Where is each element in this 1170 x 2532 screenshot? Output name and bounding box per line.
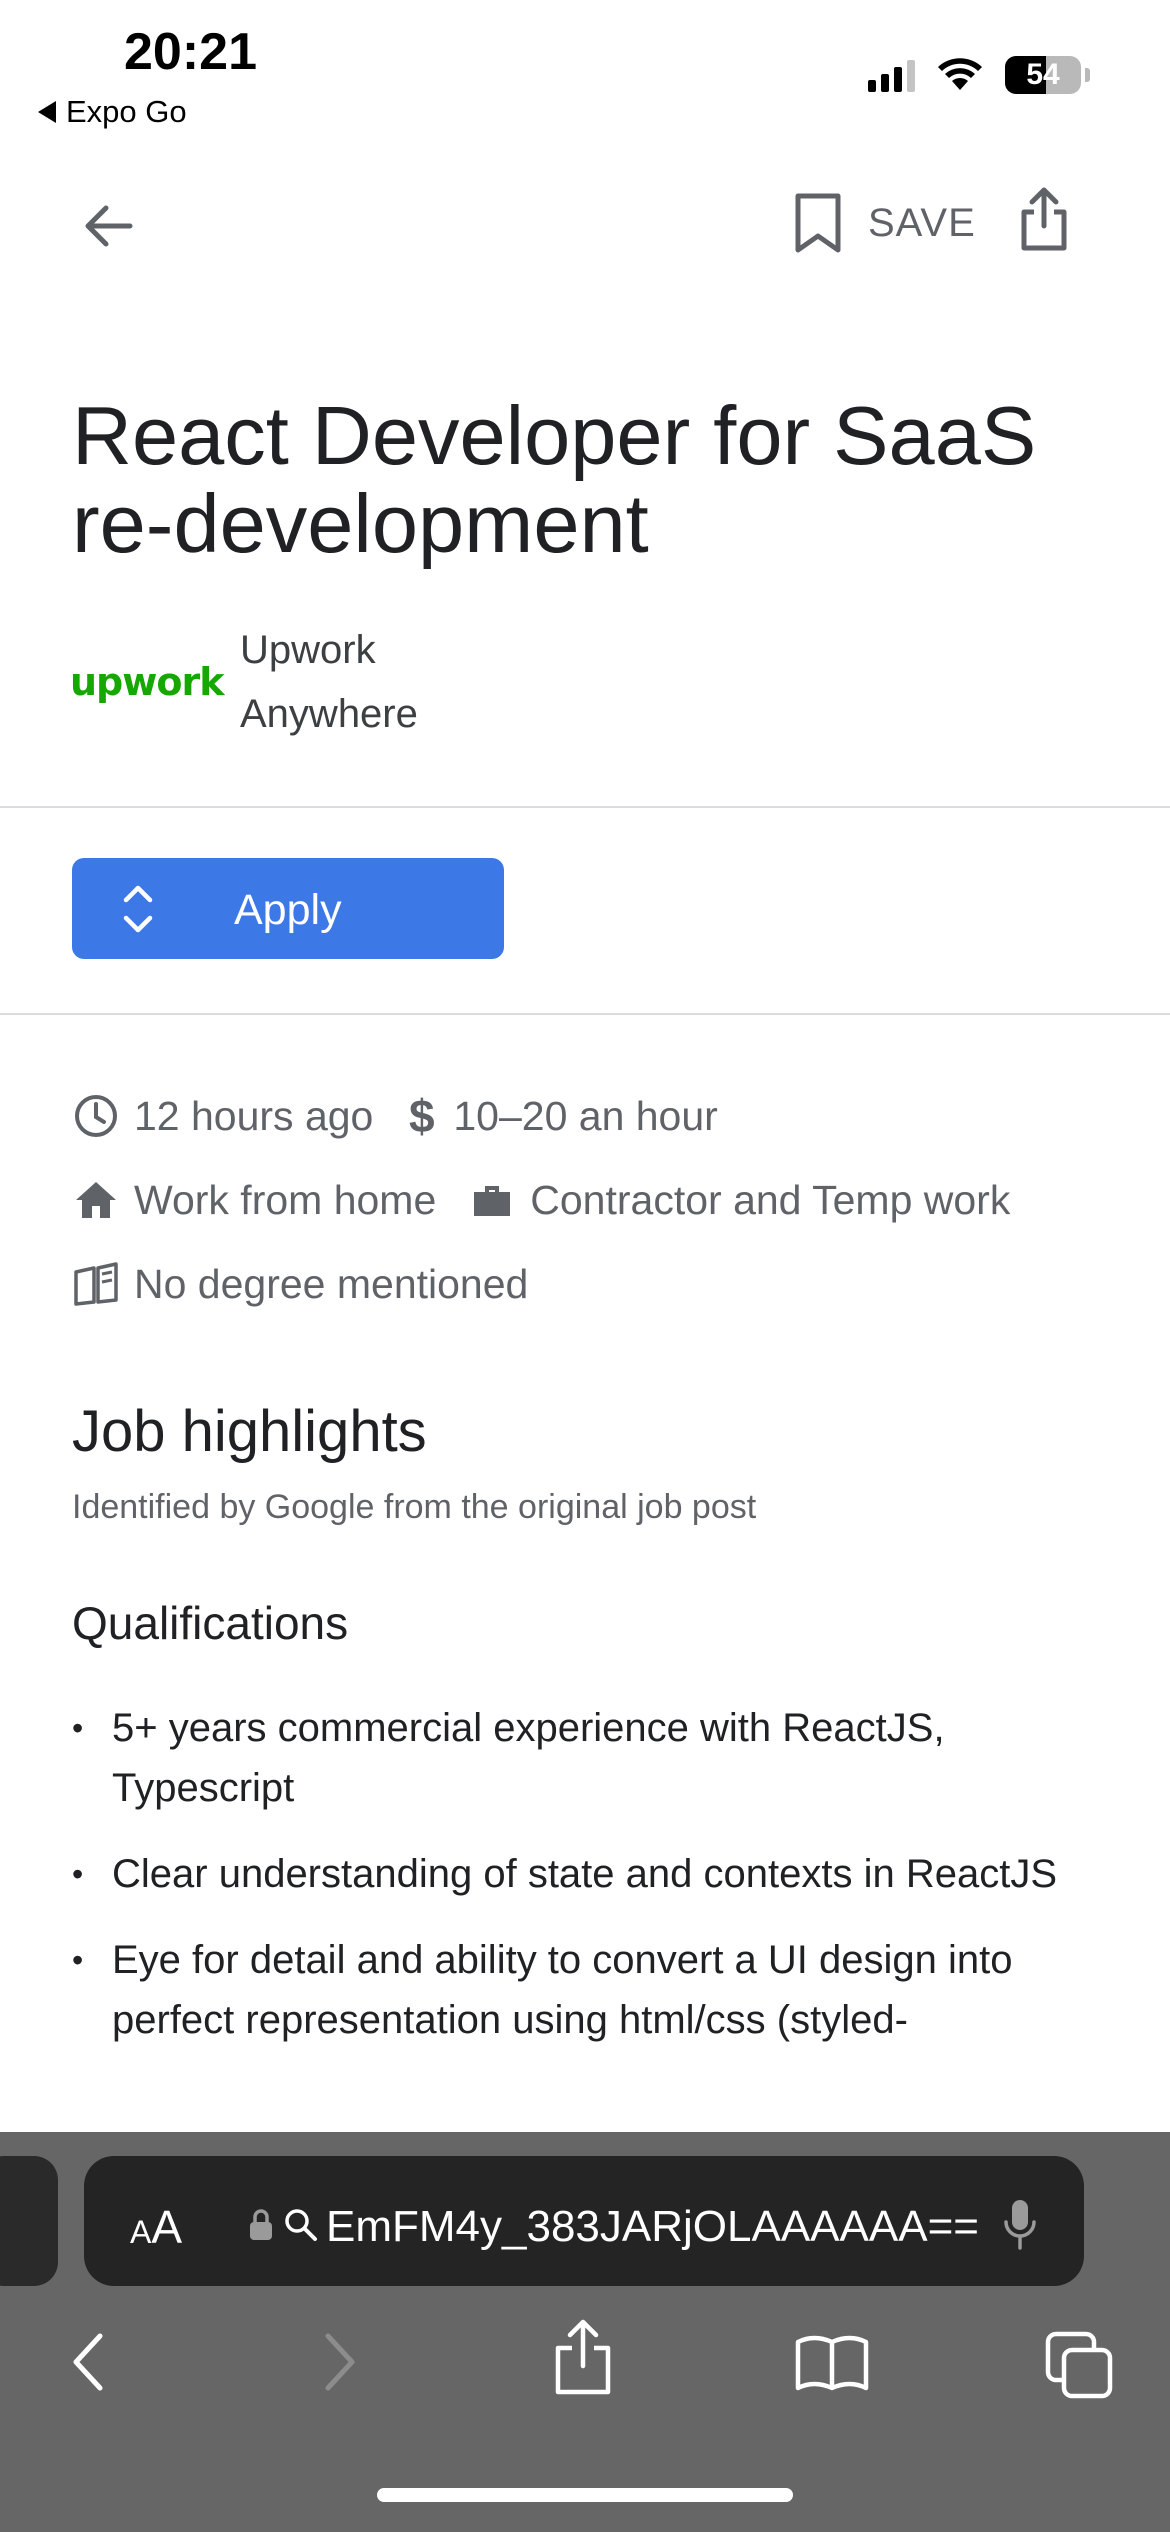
company-name: Upwork (240, 628, 376, 672)
share-icon[interactable] (1016, 186, 1072, 252)
home-icon (76, 1182, 116, 1218)
text-size-button[interactable]: AA (130, 2200, 182, 2254)
battery-icon: 54 (1005, 56, 1081, 94)
highlights-title: Job highlights (72, 1399, 427, 1464)
apply-button[interactable]: Apply (72, 858, 504, 959)
qualification-item: Clear understanding of state and context… (72, 1844, 1112, 1904)
search-icon (285, 2209, 317, 2241)
posted-time: 12 hours ago (134, 1092, 374, 1139)
apply-label: Apply (234, 886, 342, 934)
meta-row-posted-pay: 12 hours ago $ 10–20 an hour (72, 1092, 718, 1140)
education-requirement: No degree mentioned (134, 1260, 529, 1307)
expand-chevron-icon (123, 885, 153, 933)
tabs-icon[interactable] (1044, 2330, 1114, 2400)
qualification-item: Eye for detail and ability to convert a … (72, 1930, 1112, 2050)
divider (0, 806, 1170, 808)
back-app-label: Expo Go (66, 94, 187, 129)
company-logo: upwork (70, 660, 224, 704)
browser-share-icon[interactable] (552, 2318, 614, 2398)
save-button[interactable]: SAVE (792, 192, 976, 254)
briefcase-icon (474, 1186, 511, 1216)
back-arrow-icon[interactable] (78, 196, 138, 256)
wifi-icon (938, 58, 982, 90)
qualification-item: 5+ years commercial experience with Reac… (72, 1698, 1112, 1818)
bookmarks-icon[interactable] (794, 2330, 870, 2394)
qualifications-list: 5+ years commercial experience with Reac… (72, 1698, 1112, 2076)
degree-book-icon (74, 1262, 118, 1306)
meta-row-education: No degree mentioned (72, 1260, 528, 1308)
svg-text:$: $ (409, 1092, 435, 1140)
address-bar[interactable]: AA EmFM4y_383JARjOLAAAAAA== (84, 2156, 1084, 2286)
save-label: SAVE (868, 200, 976, 245)
clock-icon (75, 1095, 117, 1137)
status-icons: 54 (868, 56, 1090, 94)
work-setting: Work from home (134, 1176, 437, 1223)
browser-toolbar: AA EmFM4y_383JARjOLAAAAAA== (0, 2132, 1170, 2532)
back-to-app-link[interactable]: Expo Go (38, 94, 187, 130)
dollar-icon: $ (409, 1092, 435, 1140)
job-location: Anywhere (240, 692, 418, 736)
microphone-icon[interactable] (1000, 2196, 1040, 2252)
highlights-subtitle: Identified by Google from the original j… (72, 1488, 757, 1526)
url-text: EmFM4y_383JARjOLAAAAAA== (326, 2202, 979, 2251)
lock-icon (250, 2209, 272, 2240)
browser-forward-icon[interactable] (318, 2330, 362, 2394)
battery-nub (1085, 68, 1090, 82)
browser-back-icon[interactable] (66, 2330, 110, 2394)
status-time: 20:21 (124, 23, 257, 81)
previous-tab-preview[interactable] (0, 2156, 58, 2286)
job-type: Contractor and Temp work (530, 1176, 1011, 1223)
pay-rate: 10–20 an hour (453, 1092, 718, 1139)
battery-level: 54 (1026, 58, 1060, 91)
meta-row-setting-type: Work from home Contractor and Temp work (72, 1176, 1010, 1224)
cellular-signal-icon (868, 58, 915, 92)
divider (0, 1013, 1170, 1015)
job-title: React Developer for SaaS re-development (72, 389, 1037, 570)
bookmark-icon (795, 193, 841, 253)
home-indicator[interactable] (377, 2488, 793, 2502)
qualifications-title: Qualifications (72, 1597, 349, 1649)
back-triangle-icon (38, 101, 56, 123)
